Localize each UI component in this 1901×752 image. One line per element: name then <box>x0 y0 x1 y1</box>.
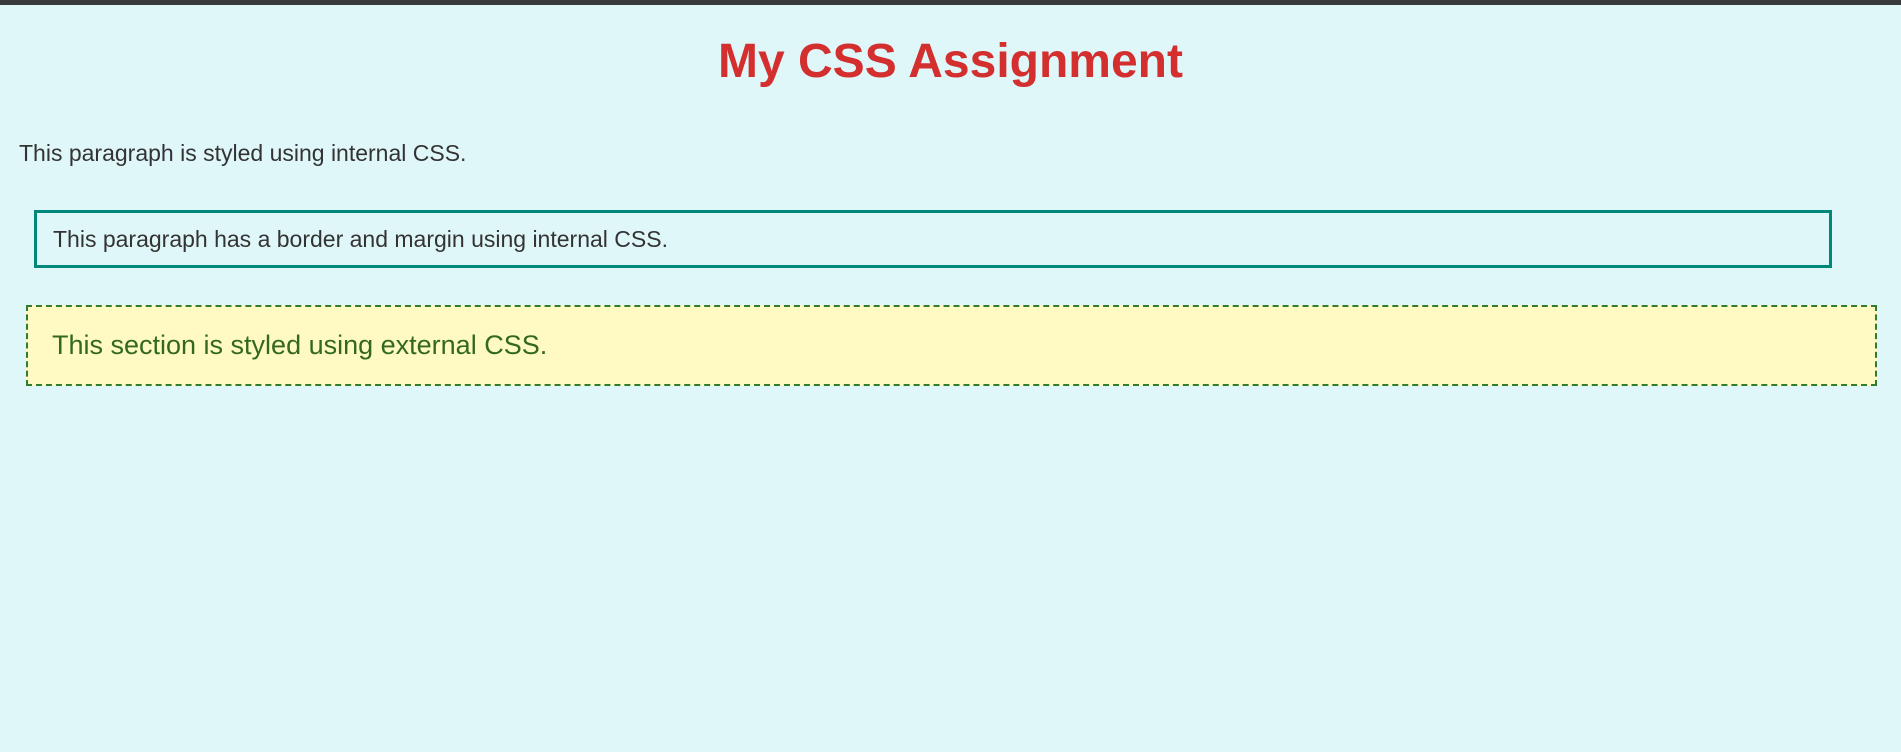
page-title: My CSS Assignment <box>718 35 1183 88</box>
external-css-section: This section is styled using external CS… <box>26 305 1877 386</box>
internal-css-paragraph: This paragraph is styled using internal … <box>19 140 467 166</box>
external-section-text: This section is styled using external CS… <box>52 330 548 360</box>
bordered-paragraph: This paragraph has a border and margin u… <box>34 210 1832 268</box>
browser-top-edge <box>0 0 1901 5</box>
